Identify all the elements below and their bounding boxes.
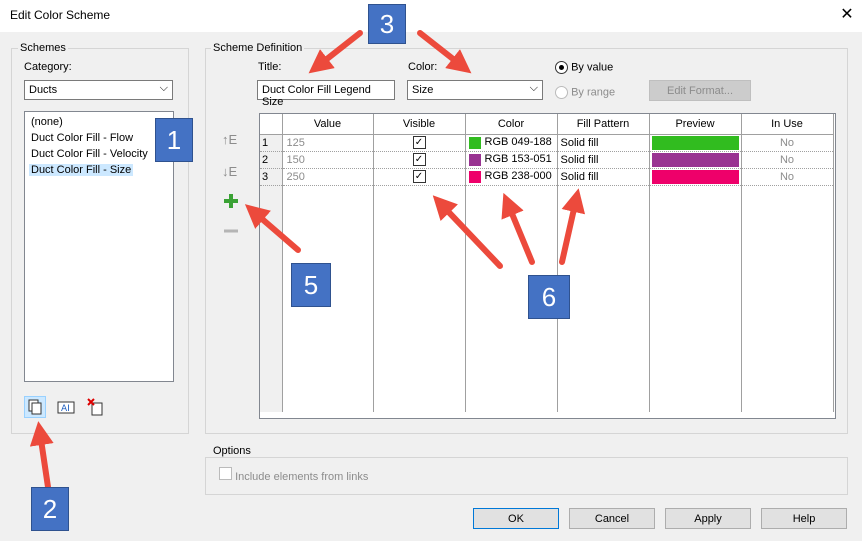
annotation-arrows <box>29 30 586 490</box>
arrow-to-color-cell <box>501 192 535 265</box>
arrow-to-duplicate <box>29 421 54 490</box>
callout-1: 1 <box>155 118 193 162</box>
arrow-to-color <box>417 30 472 74</box>
arrow-to-fill <box>559 188 586 265</box>
arrow-to-add <box>244 204 301 253</box>
arrow-to-title <box>308 30 363 74</box>
callout-5: 5 <box>291 263 331 307</box>
callout-2: 2 <box>31 487 69 531</box>
callout-3: 3 <box>368 4 406 44</box>
arrow-to-visible <box>432 195 503 269</box>
callout-6: 6 <box>528 275 570 319</box>
